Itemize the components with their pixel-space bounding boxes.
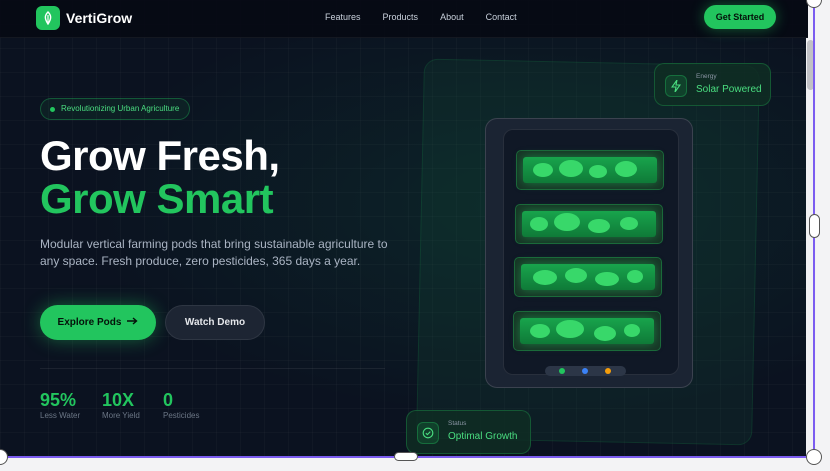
grow-tray-3	[514, 257, 662, 297]
hero-badge-text: Revolutionizing Urban Agriculture	[61, 104, 180, 113]
status-led-green	[559, 368, 565, 374]
pod-status-indicators	[545, 366, 626, 376]
status-card: Status Optimal Growth	[406, 410, 531, 454]
stat-value: 95%	[40, 390, 77, 410]
stats-divider	[40, 368, 385, 369]
hero-title: Grow Fresh, Grow Smart	[40, 134, 280, 220]
resize-handle-right[interactable]	[809, 214, 820, 238]
logo-icon[interactable]	[36, 6, 60, 30]
stat-value: 10X	[102, 390, 135, 410]
energy-label: Energy	[696, 73, 717, 80]
nav-link-features[interactable]: Features	[325, 12, 361, 22]
explore-pods-button[interactable]: Explore Pods	[40, 305, 156, 340]
brand-name[interactable]: VertiGrow	[66, 10, 132, 26]
nav-links: Features Products About Contact	[325, 12, 539, 22]
top-navbar: VertiGrow Features Products About Contac…	[0, 0, 808, 38]
status-value: Optimal Growth	[448, 431, 518, 442]
hero-badge: Revolutionizing Urban Agriculture	[40, 98, 191, 120]
stat-yield: 10X More Yield	[102, 390, 140, 420]
stat-pesticides: 0 Pesticides	[163, 390, 199, 420]
status-label: Status	[448, 420, 467, 427]
resize-handle-top-right[interactable]	[806, 0, 822, 8]
badge-dot-icon	[50, 107, 55, 112]
grow-tray-4	[513, 311, 661, 351]
status-led-amber	[605, 368, 611, 374]
hero-title-line2: Grow Smart	[40, 175, 274, 222]
watch-demo-button[interactable]: Watch Demo	[165, 305, 265, 340]
check-circle-icon	[417, 422, 439, 444]
stat-label: Pesticides	[163, 411, 200, 420]
explore-pods-label: Explore Pods	[57, 317, 122, 328]
energy-card: Energy Solar Powered	[654, 63, 771, 106]
resize-handle-bottom[interactable]	[394, 452, 418, 461]
hero-title-line1: Grow Fresh,	[40, 132, 280, 179]
page-canvas: VertiGrow Features Products About Contac…	[0, 0, 808, 458]
get-started-button[interactable]: Get Started	[704, 5, 776, 29]
nav-link-about[interactable]: About	[440, 12, 464, 22]
nav-link-products[interactable]: Products	[383, 12, 419, 22]
arrow-right-icon	[127, 317, 139, 328]
lightning-icon	[665, 75, 687, 97]
stat-value: 0	[163, 390, 174, 410]
stat-label: More Yield	[102, 411, 140, 420]
grow-tray-2	[515, 204, 663, 244]
grow-tray-1	[516, 150, 664, 190]
stat-water: 95% Less Water	[40, 390, 80, 420]
energy-value: Solar Powered	[696, 84, 762, 95]
status-led-blue	[582, 368, 588, 374]
resize-handle-corner[interactable]	[806, 449, 822, 465]
stat-label: Less Water	[40, 411, 81, 420]
nav-link-contact[interactable]: Contact	[486, 12, 517, 22]
hero-description: Modular vertical farming pods that bring…	[40, 237, 388, 268]
